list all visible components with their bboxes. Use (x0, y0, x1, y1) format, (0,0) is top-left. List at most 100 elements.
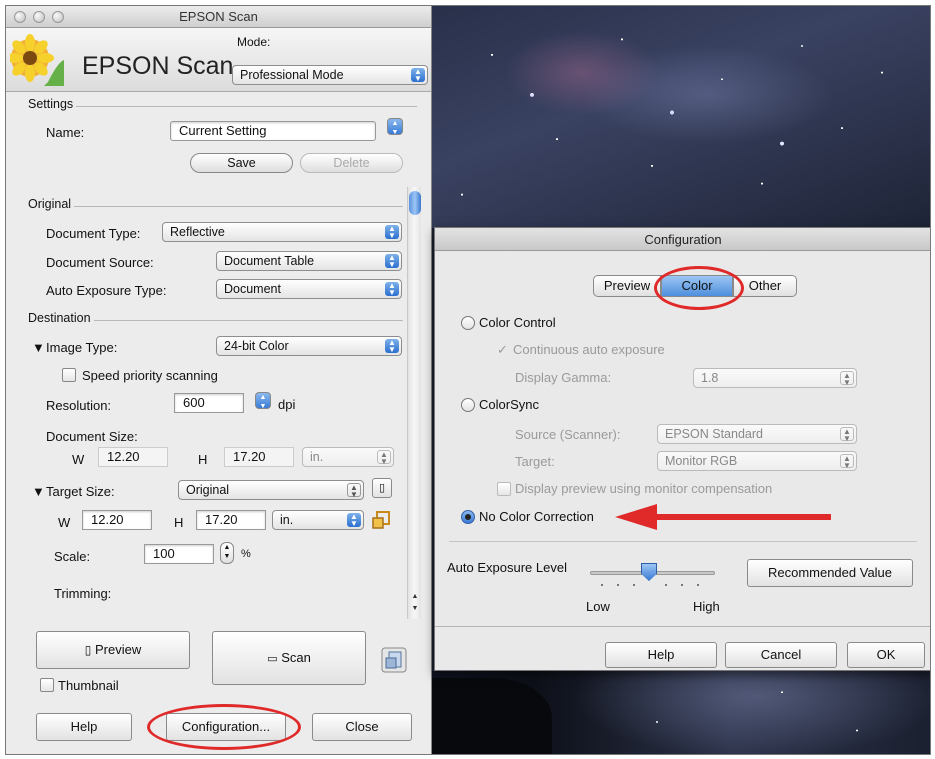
updown-arrows-icon: ▲ ▼ (385, 282, 399, 297)
updown-arrows-icon: ▲ ▼ (347, 483, 361, 499)
scroll-arrows-icon[interactable]: ▲ ▼ (408, 591, 422, 619)
resolution-input[interactable]: 600 (174, 393, 244, 413)
trimming-label: Trimming: (54, 586, 112, 601)
updown-arrows-icon: ▲ ▼ (840, 427, 854, 443)
auto-exposure-slider-thumb[interactable] (641, 563, 657, 581)
close-button[interactable]: Close (312, 713, 412, 741)
continuous-auto-exposure-checkbox[interactable]: ✓ (497, 342, 508, 358)
thumbnail-label: Thumbnail (58, 678, 119, 693)
color-tab-highlight-oval (654, 266, 744, 310)
epson-flower-logo-icon (10, 34, 64, 86)
target-size-document-icon[interactable]: ▯ (372, 478, 392, 498)
name-select-arrows-icon[interactable]: ▲ ▼ (387, 118, 403, 136)
speed-priority-checkbox[interactable] (62, 368, 76, 382)
settings-section-header: Settings (28, 97, 417, 111)
screenshot-frame: EPSON Scan EPSON Scan Mode: Professional… (5, 5, 931, 755)
display-preview-checkbox[interactable] (497, 482, 511, 496)
document-source-select[interactable]: Document Table ▲ ▼ (216, 251, 402, 271)
target-height-label: H (174, 515, 184, 530)
zoom-window-button[interactable] (52, 11, 64, 23)
settings-scrollbar[interactable]: ▲ ▼ (407, 187, 421, 619)
starfield-preview-image (432, 6, 930, 228)
app-header: EPSON Scan Mode: Professional Mode ▲ ▼ (6, 28, 431, 92)
high-label: High (693, 599, 720, 614)
mode-select-value: Professional Mode (240, 68, 344, 82)
auto-exposure-level-label: Auto Exposure Level (447, 560, 567, 575)
color-control-radio[interactable] (461, 316, 475, 330)
scale-stepper[interactable]: ▲ ▼ (220, 542, 234, 564)
document-size-unit-value: in. (310, 450, 324, 464)
scale-input[interactable]: 100 (144, 544, 214, 564)
name-field[interactable]: Current Setting (170, 121, 376, 141)
low-label: Low (586, 599, 610, 614)
scan-button-label: Scan (281, 650, 311, 665)
scan-button[interactable]: ▭ Scan (212, 631, 366, 685)
document-source-value: Document Table (224, 254, 315, 268)
source-scanner-label: Source (Scanner): (515, 427, 621, 442)
no-color-correction-radio[interactable] (461, 510, 475, 524)
target-width-input[interactable]: 12.20 (82, 510, 152, 530)
image-type-select[interactable]: 24-bit Color ▲ ▼ (216, 336, 402, 356)
target-height-input[interactable]: 17.20 (196, 510, 266, 530)
colorsync-radio[interactable] (461, 398, 475, 412)
target-select[interactable]: Monitor RGB ▲ ▼ (657, 451, 857, 471)
image-type-value: 24-bit Color (224, 339, 289, 353)
auto-exposure-type-label: Auto Exposure Type: (46, 283, 167, 298)
document-icon: ▯ (84, 643, 92, 657)
dialog-footer-separator (435, 626, 930, 627)
source-scanner-select[interactable]: EPSON Standard ▲ ▼ (657, 424, 857, 444)
delete-button[interactable]: Delete (300, 153, 403, 173)
image-type-label: Image Type: (46, 340, 118, 355)
close-window-button[interactable] (14, 11, 26, 23)
dialog-separator (449, 541, 917, 542)
window-titlebar: EPSON Scan (6, 6, 431, 28)
file-save-icon[interactable] (381, 647, 407, 673)
document-type-select[interactable]: Reflective ▲ ▼ (162, 222, 402, 242)
updown-arrows-icon: ▲ ▼ (840, 371, 854, 387)
slider-tick (617, 584, 619, 586)
document-source-label: Document Source: (46, 255, 154, 270)
slider-tick (633, 584, 635, 586)
target-unit-select[interactable]: in. ▲ ▼ (272, 510, 364, 530)
help-button[interactable]: Help (36, 713, 132, 741)
destination-section-header: Destination (28, 311, 403, 325)
updown-arrows-icon: ▲ ▼ (347, 513, 361, 528)
color-control-label: Color Control (479, 315, 556, 330)
scrollbar-thumb[interactable] (409, 191, 421, 215)
preview-button[interactable]: ▯ Preview (36, 631, 190, 669)
display-gamma-select[interactable]: 1.8 ▲ ▼ (693, 368, 857, 388)
original-section-header: Original (28, 197, 403, 211)
dialog-ok-button[interactable]: OK (847, 642, 925, 668)
slider-tick (601, 584, 603, 586)
colorsync-label: ColorSync (479, 397, 539, 412)
window-title: EPSON Scan (179, 9, 258, 24)
resolution-select-arrows-icon[interactable]: ▲ ▼ (255, 392, 271, 410)
starfield-preview-image-bottom (432, 671, 930, 754)
image-type-disclosure-icon[interactable]: ▼ (32, 340, 45, 355)
target-size-select[interactable]: Original ▲ ▼ (178, 480, 364, 500)
name-label: Name: (46, 125, 85, 140)
recommended-value-button[interactable]: Recommended Value (747, 559, 913, 587)
configuration-dialog-title: Configuration (435, 228, 930, 251)
no-color-correction-label: No Color Correction (479, 509, 594, 524)
slider-tick (697, 584, 699, 586)
document-width-field: 12.20 (98, 447, 168, 467)
dialog-help-button[interactable]: Help (605, 642, 717, 668)
mode-select[interactable]: Professional Mode ▲ ▼ (232, 65, 428, 85)
red-arrow-annotation-icon (615, 504, 831, 530)
preview-button-label: Preview (94, 642, 142, 657)
dialog-cancel-button[interactable]: Cancel (725, 642, 837, 668)
save-button[interactable]: Save (190, 153, 293, 173)
target-size-disclosure-icon[interactable]: ▼ (32, 484, 45, 499)
minimize-window-button[interactable] (33, 11, 45, 23)
document-height-label: H (198, 452, 208, 467)
auto-exposure-type-select[interactable]: Document ▲ ▼ (216, 279, 402, 299)
lock-ratio-icon[interactable] (370, 509, 392, 531)
tab-preview[interactable]: Preview (593, 275, 661, 297)
dpi-label: dpi (278, 397, 296, 412)
document-size-unit-select[interactable]: in. ▲ ▼ (302, 447, 394, 467)
target-size-value: Original (186, 483, 230, 497)
thumbnail-checkbox[interactable] (40, 678, 54, 692)
document-width-label: W (72, 452, 85, 467)
percent-label: % (241, 548, 251, 560)
